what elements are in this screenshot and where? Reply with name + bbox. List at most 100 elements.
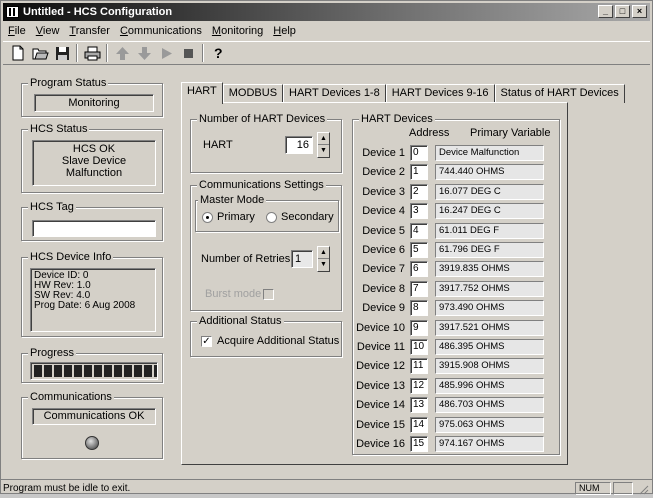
num-hart-devices-group: Number of HART Devices HART 16 ▲ ▼ [190, 112, 342, 173]
device-row: Device 3 2 16.077 DEG C [353, 183, 553, 202]
help-icon[interactable]: ? [207, 43, 229, 63]
spin-down-icon[interactable]: ▼ [318, 145, 329, 157]
open-icon[interactable] [29, 43, 51, 63]
upload-icon[interactable] [111, 43, 133, 63]
acquire-additional-status-checkbox[interactable]: ✓ [201, 336, 212, 347]
progress-segment [44, 365, 52, 377]
device-name: Device 10 [356, 321, 405, 334]
menu-file[interactable]: File [3, 22, 31, 40]
device-address-input[interactable]: 4 [410, 222, 428, 239]
device-row: Device 12 11 3915.908 OHMS [353, 357, 553, 376]
toolbar-separator [76, 44, 78, 62]
device-address-input[interactable]: 2 [410, 183, 428, 200]
window-title: Untitled - HCS Configuration [23, 6, 173, 18]
device-address-input[interactable]: 11 [410, 358, 428, 375]
communications-settings-title: Communications Settings [197, 178, 326, 192]
toolbar: ? [3, 41, 650, 65]
hcs-tag-input[interactable] [32, 220, 156, 237]
communications-title: Communications [28, 390, 114, 404]
program-status-group: Program Status Monitoring [21, 76, 163, 117]
menu-monitoring[interactable]: Monitoring [207, 22, 268, 40]
spin-down-icon[interactable]: ▼ [318, 259, 329, 271]
device-address-input[interactable]: 9 [410, 319, 428, 336]
retries-spinner[interactable]: ▲ ▼ [317, 246, 330, 272]
tab-hart-devices-1-8[interactable]: HART Devices 1-8 [283, 84, 386, 103]
spin-up-icon[interactable]: ▲ [318, 133, 329, 145]
menu-file-mnemonic: F [8, 25, 15, 37]
secondary-label: Secondary [281, 211, 334, 223]
device-address-input[interactable]: 3 [410, 203, 428, 220]
communications-led-icon [85, 436, 99, 450]
device-address-input[interactable]: 8 [410, 300, 428, 317]
device-primary-variable: 3919.835 OHMS [435, 261, 544, 278]
device-row: Device 13 12 485.996 OHMS [353, 377, 553, 396]
progress-segment [64, 365, 72, 377]
hcs-status-box: HCS OK Slave Device Malfunction [32, 140, 156, 186]
device-address-input[interactable]: 0 [410, 145, 428, 161]
tab-hart[interactable]: HART [181, 82, 223, 104]
device-info-line: Prog Date: 6 Aug 2008 [34, 300, 136, 311]
device-address-input[interactable]: 6 [410, 261, 428, 278]
menu-communications[interactable]: Communications [115, 22, 207, 40]
device-primary-variable: 3917.521 OHMS [435, 319, 544, 336]
menu-view[interactable]: View [31, 22, 65, 40]
device-primary-variable: Device Malfunction [435, 145, 544, 161]
resize-grip-icon[interactable] [637, 483, 649, 495]
tab-status-of-hart-devices[interactable]: Status of HART Devices [494, 84, 625, 103]
primary-variable-column-header: Primary Variable [470, 127, 551, 139]
progress-fill [34, 365, 157, 379]
device-address-input[interactable]: 12 [410, 377, 428, 394]
status-message: Program must be idle to exit. [3, 483, 131, 494]
save-icon[interactable] [51, 43, 73, 63]
device-name: Device 11 [356, 341, 405, 353]
device-row: Device 11 10 486.395 OHMS [353, 338, 553, 357]
device-row: Device 6 5 61.796 DEG F [353, 241, 553, 260]
progress-segment [84, 365, 92, 377]
toolbar-separator [106, 44, 108, 62]
new-icon[interactable] [7, 43, 29, 63]
print-icon[interactable] [81, 43, 103, 63]
menu-view-label: iew [42, 25, 60, 37]
device-address-input[interactable]: 10 [410, 339, 428, 355]
retries-input[interactable]: 1 [291, 250, 313, 268]
play-icon[interactable] [155, 43, 177, 63]
menu-transfer[interactable]: Transfer [64, 22, 115, 40]
hart-count-input[interactable]: 16 [285, 136, 313, 154]
device-list: Device 1 0 Device Malfunction Device 2 1 744.… [353, 144, 553, 454]
title-bar[interactable]: Untitled - HCS Configuration _ □ × [3, 3, 650, 21]
device-row: Device 16 15 974.167 OHMS [353, 435, 553, 454]
download-icon[interactable] [133, 43, 155, 63]
num-hart-devices-title: Number of HART Devices [197, 112, 328, 126]
device-address-input[interactable]: 14 [410, 416, 428, 433]
minimize-button[interactable]: _ [598, 5, 613, 18]
program-status-value: Monitoring [34, 94, 154, 112]
device-row: Device 8 7 3917.752 OHMS [353, 280, 553, 299]
device-primary-variable: 3915.908 OHMS [435, 358, 544, 375]
secondary-radio[interactable] [266, 212, 277, 223]
stop-icon[interactable] [177, 43, 199, 63]
tab-modbus[interactable]: MODBUS [222, 84, 284, 103]
device-address-input[interactable]: 1 [410, 164, 428, 181]
device-row: Device 9 8 973.490 OHMS [353, 299, 553, 318]
status-num-indicator: NUM [575, 482, 611, 495]
device-name: Device 13 [356, 379, 405, 392]
tab-hart-devices-9-16[interactable]: HART Devices 9-16 [385, 84, 495, 103]
spin-up-icon[interactable]: ▲ [318, 247, 329, 259]
burst-mode-checkbox[interactable] [263, 289, 274, 300]
device-name: Device 5 [362, 224, 405, 237]
svg-text:?: ? [214, 45, 223, 61]
app-icon[interactable] [6, 6, 19, 18]
device-address-input[interactable]: 15 [410, 436, 428, 452]
maximize-button[interactable]: □ [615, 5, 630, 18]
hcs-device-info-group: HCS Device Info Device ID: 0 HW Rev: 1.0… [21, 250, 163, 337]
hart-count-spinner[interactable]: ▲ ▼ [317, 132, 330, 158]
primary-radio[interactable] [202, 212, 213, 223]
device-address-input[interactable]: 7 [410, 280, 428, 297]
menu-help[interactable]: Help [268, 22, 301, 40]
device-row: Device 14 13 486.703 OHMS [353, 396, 553, 415]
device-address-input[interactable]: 5 [410, 242, 428, 258]
device-address-input[interactable]: 13 [410, 397, 428, 414]
close-button[interactable]: × [632, 5, 647, 18]
primary-label: Primary [217, 211, 255, 223]
device-name: Device 9 [362, 302, 405, 315]
